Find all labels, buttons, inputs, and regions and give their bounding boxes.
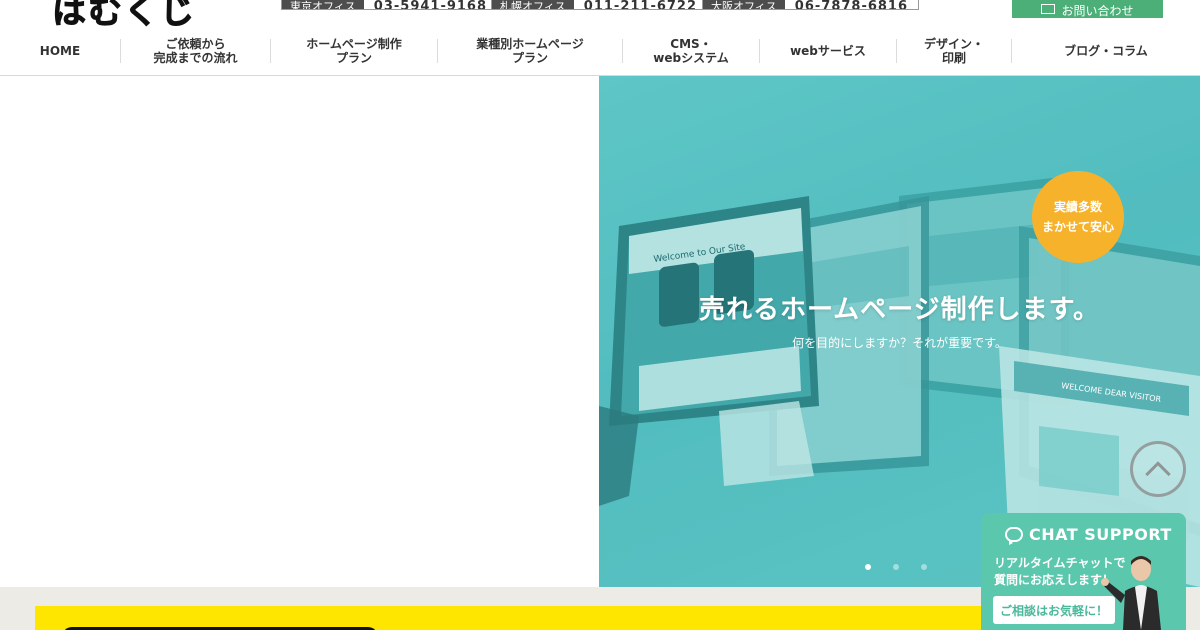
- contact-button[interactable]: お問い合わせ: [1012, 0, 1163, 18]
- chat-support-widget[interactable]: CHAT SUPPORT リアルタイムチャットで 質問にお応えします！ ご相談は…: [981, 513, 1186, 630]
- chat-bubble-icon: [1005, 527, 1023, 545]
- mail-icon: [1041, 4, 1056, 14]
- badge-line2: まかせて安心: [1041, 220, 1114, 234]
- chat-title: CHAT SUPPORT: [1005, 525, 1172, 545]
- phone-label: 札幌オフィス: [492, 0, 574, 9]
- scroll-top-button[interactable]: [1130, 441, 1186, 497]
- phone-sapporo[interactable]: 札幌オフィス 011-211-6722: [491, 0, 709, 10]
- chevron-up-icon: [1145, 461, 1171, 487]
- slider-dot[interactable]: [893, 564, 899, 570]
- phone-label: 大阪オフィス: [703, 0, 785, 9]
- nav-item-flow[interactable]: ご依頼から 完成までの流れ: [121, 37, 271, 65]
- phone-label: 東京オフィス: [282, 0, 364, 9]
- hero-slider[interactable]: Welcome to Our Site WELCOME DEAR VISITOR…: [599, 76, 1200, 587]
- hero-title: 売れるホームページ制作します。: [698, 295, 1101, 325]
- phone-tokyo[interactable]: 東京オフィス 03-5941-9168: [281, 0, 499, 10]
- phone-number: 03-5941-9168: [363, 0, 498, 9]
- nav-item-web-service[interactable]: webサービス: [760, 39, 897, 63]
- slider-dot[interactable]: [921, 564, 927, 570]
- slider-dot[interactable]: [865, 564, 871, 570]
- main-nav: HOME ご依頼から 完成までの流れ ホームページ制作 プラン 業種別ホームペー…: [0, 28, 1200, 74]
- chat-consult-button[interactable]: ご相談はお気軽に！: [993, 596, 1115, 624]
- phone-osaka[interactable]: 大阪オフィス 06-7878-6816: [702, 0, 920, 10]
- hero-subtitle: 何を目的にしますか？それが重要です。: [792, 336, 1007, 350]
- slider-dots: [865, 564, 927, 570]
- nav-item-plans[interactable]: ホームページ制作 プラン: [271, 37, 438, 65]
- nav-item-industry-plans[interactable]: 業種別ホームページ プラン: [438, 37, 623, 65]
- achievement-badge: 実績多数 まかせて安心: [1032, 171, 1124, 263]
- nav-item-design-print[interactable]: デザイン・ 印刷: [897, 37, 1012, 65]
- hero-monitors-illustration: Welcome to Our Site WELCOME DEAR VISITOR: [599, 76, 1200, 587]
- badge-line1: 実績多数: [1053, 200, 1102, 214]
- phone-number: 06-7878-6816: [784, 0, 919, 9]
- nav-item-blog[interactable]: ブログ・コラム: [1012, 39, 1200, 63]
- contact-label: お問い合わせ: [1061, 4, 1134, 18]
- nav-item-cms[interactable]: CMS・ webシステム: [623, 37, 760, 65]
- chat-title-text: CHAT SUPPORT: [1029, 525, 1172, 544]
- nav-item-home[interactable]: HOME: [0, 39, 121, 63]
- phone-number: 011-211-6722: [573, 0, 708, 9]
